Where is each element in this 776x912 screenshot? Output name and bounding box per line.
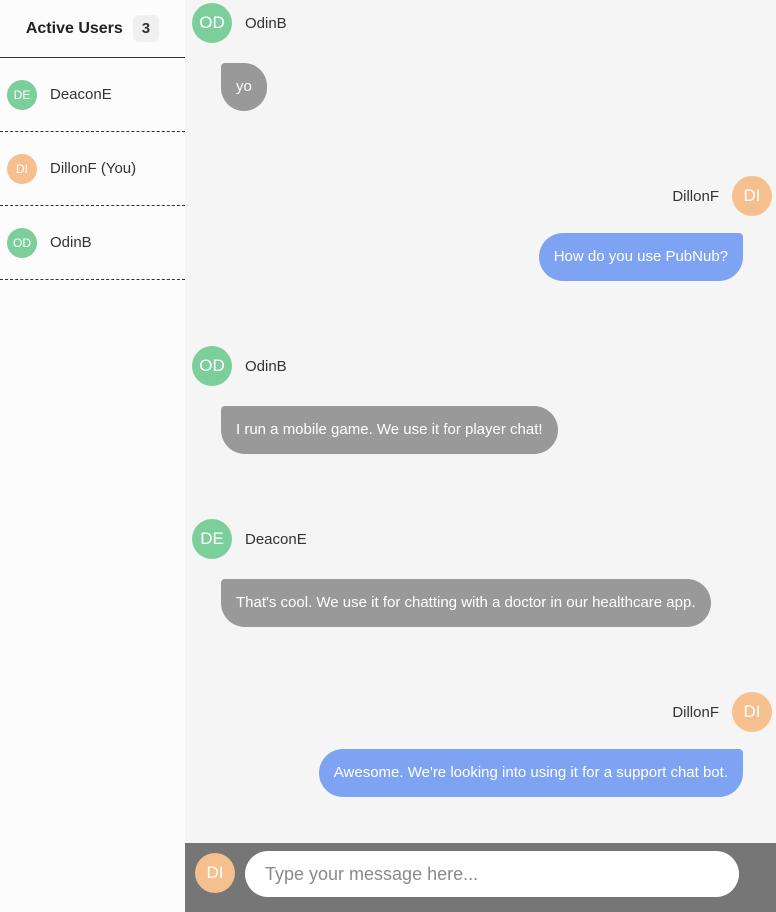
sender-name: OdinB — [245, 357, 287, 375]
user-avatar: DI — [7, 153, 37, 184]
sidebar-header: Active Users 3 — [0, 0, 185, 58]
active-users-sidebar: Active Users 3 DE DeaconE DI DillonF (Yo… — [0, 0, 185, 912]
user-name: DillonF (You) — [50, 160, 137, 177]
sender-name: DillonF — [672, 703, 719, 721]
sender-avatar: OD — [192, 3, 232, 43]
user-avatar: DE — [7, 79, 37, 110]
sender-name: DillonF — [672, 187, 719, 205]
current-user-avatar: DI — [195, 853, 235, 893]
message-composer: DI — [185, 843, 776, 912]
user-item-dillonf[interactable]: DI DillonF (You) — [0, 132, 185, 206]
sender-name: DeaconE — [245, 530, 307, 548]
message-bubble: Awesome. We're looking into using it for… — [318, 749, 743, 797]
message-bubble: I run a mobile game. We use it for playe… — [221, 406, 558, 454]
sender-avatar: OD — [192, 346, 232, 386]
sidebar-title: Active Users — [25, 19, 123, 37]
user-name: OdinB — [50, 234, 92, 251]
user-item-deacone[interactable]: DE DeaconE — [0, 58, 185, 132]
sender-name: OdinB — [245, 14, 287, 32]
user-count-badge: 3 — [132, 15, 160, 42]
sender-avatar: DI — [732, 692, 772, 732]
message-header: OD OdinB — [192, 346, 287, 386]
message-bubble: That's cool. We use it for chatting with… — [221, 579, 711, 627]
message-list[interactable]: OD OdinB yo DillonF DI How do you use Pu… — [185, 0, 776, 843]
sender-avatar: DE — [192, 519, 232, 559]
message-header: DillonF DI — [672, 176, 772, 216]
user-item-odinb[interactable]: OD OdinB — [0, 206, 185, 280]
message-bubble: How do you use PubNub? — [538, 233, 743, 281]
sender-avatar: DI — [732, 176, 772, 216]
user-name: DeaconE — [50, 86, 112, 103]
message-bubble: yo — [221, 63, 267, 111]
message-header: DillonF DI — [672, 692, 772, 732]
message-input[interactable] — [245, 851, 739, 897]
message-header: DE DeaconE — [192, 519, 307, 559]
user-avatar: OD — [7, 227, 37, 258]
message-header: OD OdinB — [192, 3, 287, 43]
